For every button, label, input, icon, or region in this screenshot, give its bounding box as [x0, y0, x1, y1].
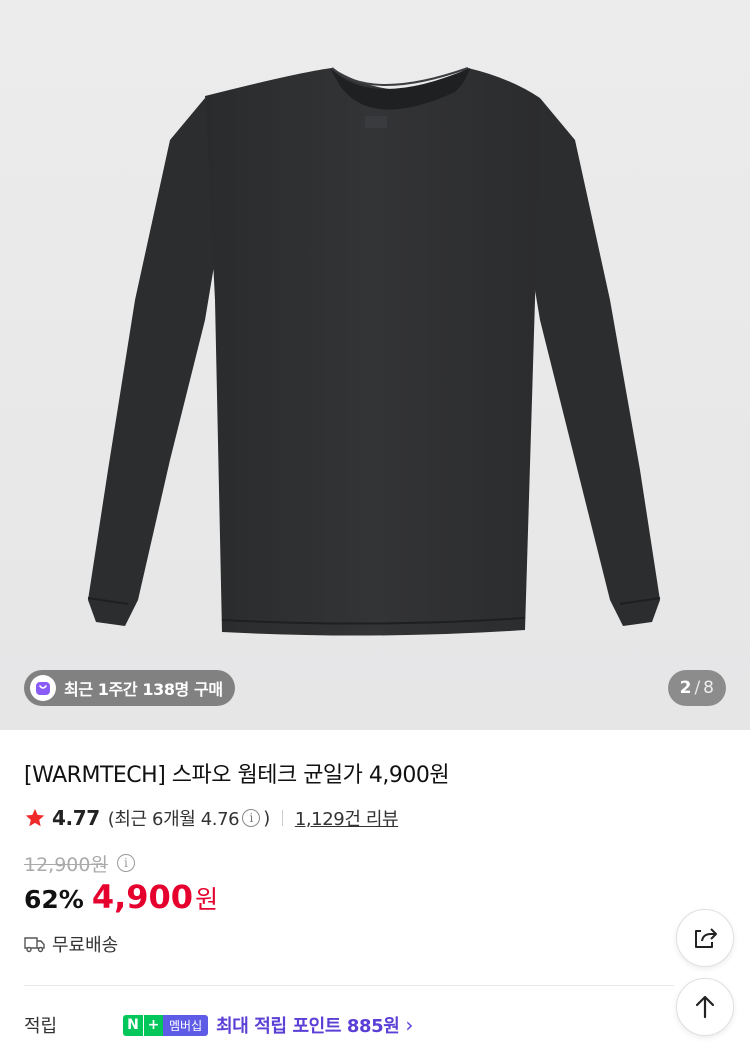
price-info-icon[interactable]: i — [116, 854, 135, 872]
chevron-right-icon: › — [405, 1013, 414, 1037]
membership-label: 멤버십 — [163, 1014, 209, 1036]
product-image — [87, 67, 661, 636]
image-counter-current: 2 — [679, 678, 692, 698]
currency-unit: 원 — [195, 885, 219, 914]
npay-plus-logo: + — [143, 1014, 163, 1036]
npay-membership-badge: N + 멤버십 — [123, 1014, 209, 1036]
points-label: 적립 — [24, 1016, 58, 1037]
truck-icon — [24, 937, 45, 953]
product-image-gallery[interactable]: 최근 1주간 138명 구매 2 / 8 — [0, 0, 750, 730]
original-price-value: 12,900원 — [24, 853, 108, 876]
rating-row: 4.77 (최근 6개월 4.76 i ) 1,129건 리뷰 — [24, 804, 399, 832]
product-detail-page: 최근 1주간 138명 구매 2 / 8 [WARMTECH] 스파오 웜테크 … — [0, 0, 750, 1052]
star-icon — [25, 808, 45, 827]
discount-rate: 62% — [24, 885, 84, 914]
shipping-info: 무료배송 — [24, 930, 118, 958]
rating-score: 4.77 — [52, 806, 100, 830]
product-title: [WARMTECH] 스파오 웜테크 균일가 4,900원 — [24, 763, 450, 788]
shipping-text: 무료배송 — [52, 935, 119, 956]
recent-rating-close: ) — [263, 807, 270, 829]
recent-buyers-text: 최근 1주간 138명 구매 — [64, 680, 223, 699]
share-button[interactable] — [676, 909, 734, 967]
share-icon — [695, 928, 717, 948]
max-points-text: 최대 적립 포인트 885원 — [216, 1016, 400, 1037]
recent-rating: (최근 6개월 4.76 i ) — [108, 805, 270, 831]
reviews-link[interactable]: 1,129건 리뷰 — [295, 805, 399, 831]
sale-price: 4,900 — [91, 878, 194, 916]
divider — [281, 810, 283, 826]
original-price: 12,900원 i — [24, 850, 135, 876]
recent-buyers-badge: 최근 1주간 138명 구매 — [24, 670, 235, 706]
arrow-up-icon — [695, 995, 715, 1019]
info-icon[interactable]: i — [242, 809, 261, 827]
points-row[interactable]: 적립 N + 멤버십 최대 적립 포인트 885원 › — [24, 1010, 724, 1040]
sale-price-row: 62% 4,900 원 — [24, 878, 218, 922]
divider — [24, 985, 674, 986]
shopping-bag-icon — [30, 675, 56, 701]
npay-n-logo: N — [123, 1014, 143, 1036]
image-counter: 2 / 8 — [667, 670, 726, 706]
scroll-to-top-button[interactable] — [676, 978, 734, 1036]
recent-rating-text: (최근 6개월 4.76 — [107, 809, 240, 830]
image-counter-separator: / — [694, 678, 701, 698]
image-counter-total: 8 — [703, 678, 714, 698]
